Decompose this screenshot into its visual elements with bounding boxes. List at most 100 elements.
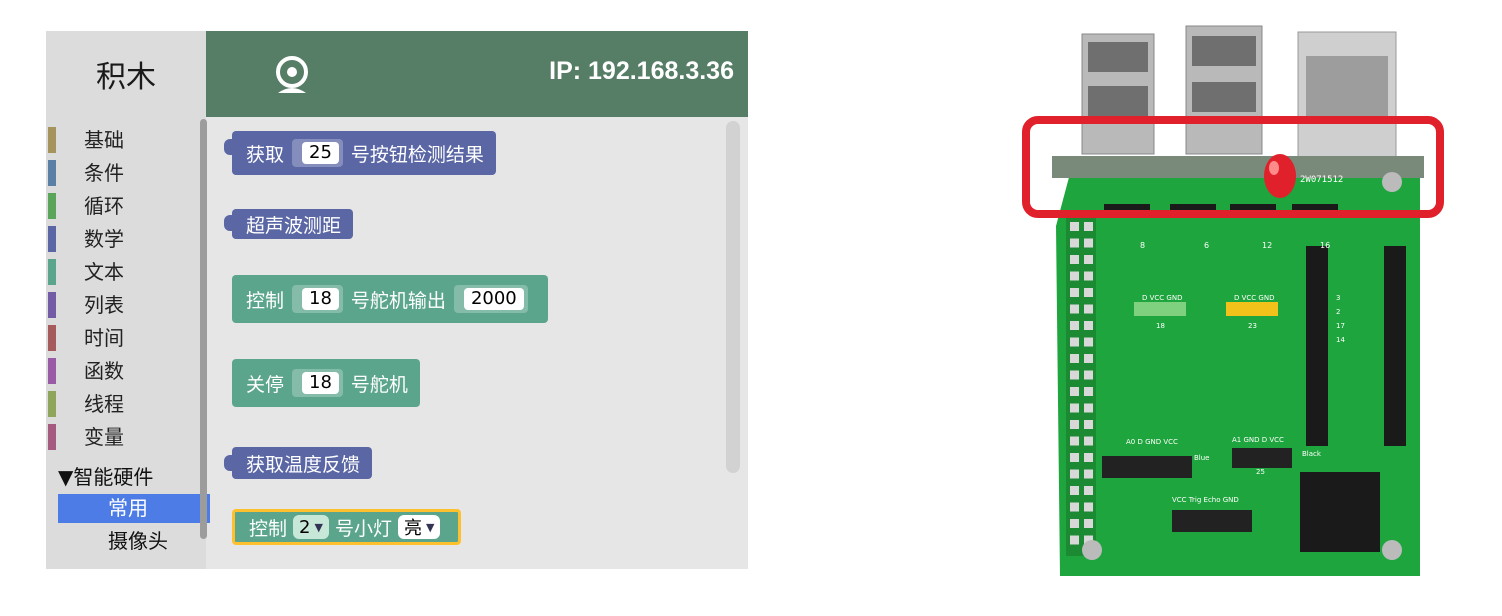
sensor-connector — [1134, 302, 1186, 316]
ip-address: IP: 192.168.3.36 — [549, 57, 734, 85]
category-label: 函数 — [84, 359, 124, 383]
webcam-icon[interactable] — [270, 53, 314, 97]
gpio-pin — [1070, 535, 1079, 545]
board-label: 18 — [1156, 322, 1165, 330]
category-label: 条件 — [84, 161, 124, 185]
category-math[interactable]: 数学 — [48, 224, 198, 254]
sensor-connector — [1102, 456, 1192, 478]
category-toolbox: 基础 条件 循环 数学 文本 列表 时间 函数 线程 变量 ▼智能硬件 常用 摄… — [46, 117, 210, 569]
gpio-pin — [1070, 387, 1079, 396]
category-function[interactable]: 函数 — [48, 356, 198, 386]
gpio-pin — [1084, 321, 1093, 330]
category-color — [48, 259, 56, 285]
block-get-button[interactable]: 获取 25 号按钮检测结果 — [224, 131, 496, 175]
block-text: 号小灯 — [334, 517, 392, 540]
block-servo-stop[interactable]: 关停 18 号舵机 — [232, 359, 420, 407]
category-label: 列表 — [84, 293, 124, 317]
blocks-tab-label: 积木 — [96, 60, 156, 95]
mounting-hole — [1082, 540, 1102, 560]
gpio-pin — [1070, 453, 1079, 462]
toolbox-scrollbar[interactable] — [200, 119, 207, 539]
ultrasonic-connector — [1172, 510, 1252, 532]
block-ultrasonic[interactable]: 超声波测距 — [224, 209, 354, 239]
category-basic[interactable]: 基础 — [48, 125, 198, 155]
board-label: 25 — [1256, 468, 1265, 476]
gpio-pin — [1084, 403, 1093, 413]
number-value: 2000 — [463, 288, 524, 310]
gpio-pin — [1070, 304, 1079, 314]
board-edge — [1052, 156, 1424, 178]
category-color — [48, 292, 56, 318]
led-state-dropdown[interactable]: 亮 ▼ — [397, 515, 441, 539]
board-label: 2W071512 — [1300, 175, 1343, 185]
gpio-pin — [1084, 486, 1093, 495]
number-input[interactable]: 18 — [292, 285, 343, 313]
gpio-pin — [1084, 519, 1093, 528]
gpio-pin — [1084, 420, 1093, 429]
category-time[interactable]: 时间 — [48, 323, 198, 353]
gpio-pin — [1070, 271, 1079, 281]
gpio-pin — [1084, 502, 1093, 512]
number-input[interactable]: 18 — [292, 369, 343, 397]
female-header-block — [1300, 472, 1380, 552]
board-label: D VCC GND — [1234, 294, 1274, 302]
board-label: A0 D GND VCC — [1126, 438, 1178, 446]
board-label: 6 — [1204, 241, 1209, 250]
category-smart-hardware[interactable]: ▼智能硬件 — [58, 461, 153, 490]
category-color — [48, 358, 56, 384]
category-color — [48, 226, 56, 252]
category-variable[interactable]: 变量 — [48, 422, 198, 452]
mounting-hole — [1382, 540, 1402, 560]
category-label: 循环 — [84, 194, 124, 218]
category-color — [48, 391, 56, 417]
number-input[interactable]: 2000 — [453, 285, 528, 313]
block-led-control[interactable]: 控制 2 ▼ 号小灯 亮 ▼ — [232, 509, 462, 545]
mounting-hole — [1382, 172, 1402, 192]
gpio-pin — [1070, 337, 1079, 347]
board-label: D VCC GND — [1142, 294, 1182, 302]
chevron-down-icon: ▼ — [425, 520, 435, 534]
category-condition[interactable]: 条件 — [48, 158, 198, 188]
number-input[interactable]: 25 — [292, 139, 343, 167]
category-text[interactable]: 文本 — [48, 257, 198, 287]
category-label: 文本 — [84, 260, 124, 284]
female-header — [1306, 246, 1328, 446]
output-notch — [224, 455, 234, 471]
category-list[interactable]: 列表 — [48, 290, 198, 320]
gpio-pin — [1070, 370, 1079, 380]
board-label: Blue — [1194, 454, 1210, 462]
board-label: 3 — [1336, 294, 1340, 302]
flyout-scrollbar[interactable] — [726, 121, 740, 473]
category-common[interactable]: 常用 — [58, 494, 210, 523]
gpio-pin — [1070, 420, 1079, 429]
board-label: 17 — [1336, 322, 1345, 330]
blocks-tab[interactable]: 积木 — [46, 31, 206, 117]
gpio-pin — [1070, 436, 1079, 446]
board-label: 8 — [1140, 241, 1145, 250]
usb-slot — [1088, 86, 1148, 116]
gpio-pin — [1084, 387, 1093, 396]
category-label: 时间 — [84, 326, 124, 350]
category-loop[interactable]: 循环 — [48, 191, 198, 221]
gpio-pin — [1084, 304, 1093, 314]
block-temperature[interactable]: 获取温度反馈 — [224, 447, 373, 479]
ethernet-jack — [1306, 56, 1388, 116]
board-label: A1 GND D VCC — [1232, 436, 1284, 444]
category-thread[interactable]: 线程 — [48, 389, 198, 419]
gpio-pin — [1084, 370, 1093, 380]
block-text: 号舵机输出 — [350, 289, 446, 312]
gpio-pin — [1084, 337, 1093, 347]
block-text: 关停 — [246, 373, 285, 396]
category-label: 数学 — [84, 227, 124, 251]
category-color — [48, 160, 56, 186]
gpio-pin — [1084, 469, 1093, 479]
block-servo-output[interactable]: 控制 18 号舵机输出 2000 — [232, 275, 548, 323]
category-camera[interactable]: 摄像头 — [108, 525, 168, 554]
category-label: 基础 — [84, 128, 124, 152]
block-text: 号按钮检测结果 — [350, 143, 484, 166]
sensor-connector — [1232, 448, 1292, 468]
gpio-pin — [1070, 222, 1079, 231]
gpio-pin — [1084, 354, 1093, 363]
number-value: 18 — [302, 372, 339, 394]
led-number-dropdown[interactable]: 2 ▼ — [293, 515, 329, 539]
